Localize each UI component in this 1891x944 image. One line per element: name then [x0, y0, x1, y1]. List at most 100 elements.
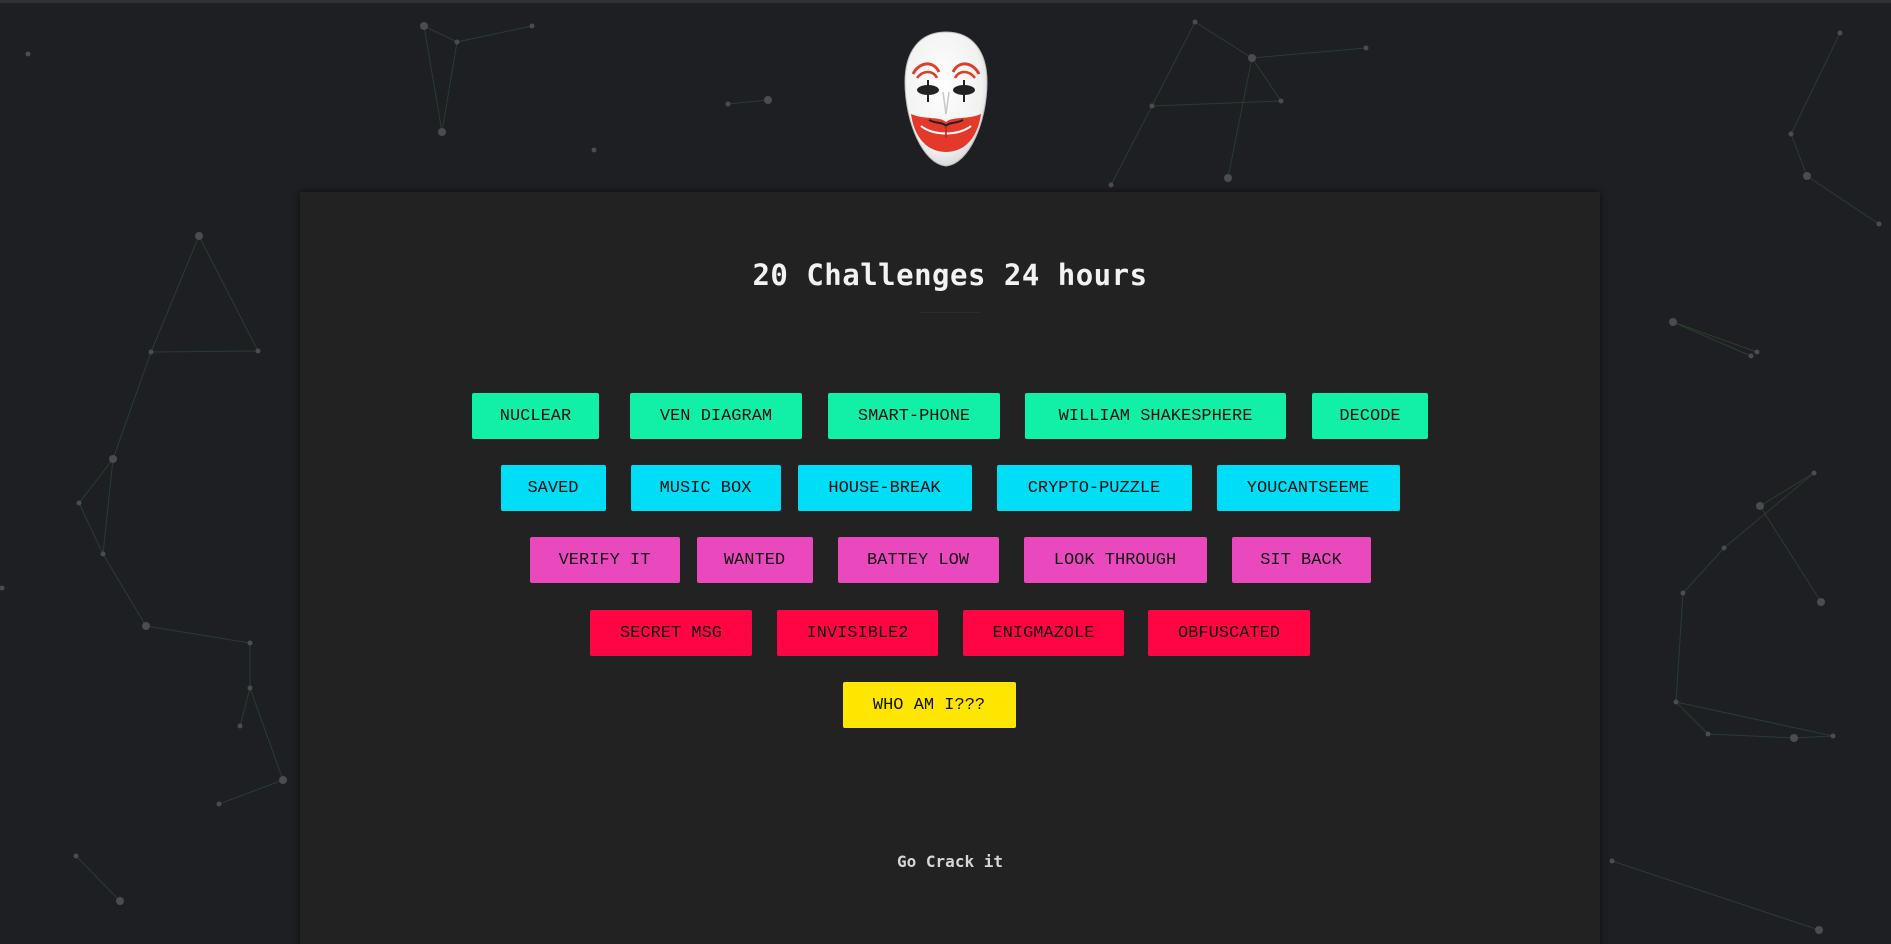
network-node: [1788, 131, 1794, 137]
challenges-panel: 20 Challenges 24 hours NUCLEAR VEN DIAGR…: [300, 192, 1600, 944]
challenge-button-obfuscated[interactable]: OBFUSCATED: [1148, 610, 1310, 656]
network-line: [1227, 57, 1253, 179]
challenge-button-verify-it[interactable]: VERIFY IT: [529, 537, 680, 583]
challenge-button-secret-msg[interactable]: SECRET MSG: [590, 610, 752, 656]
network-node: [216, 801, 222, 807]
network-node: [247, 685, 253, 691]
network-node: [76, 500, 82, 506]
network-node: [100, 551, 106, 557]
network-node: [438, 128, 446, 136]
network-node: [1721, 545, 1727, 551]
network-line: [1672, 321, 1758, 353]
network-line: [1194, 21, 1253, 59]
network-line: [1611, 860, 1820, 931]
network-line: [1793, 735, 1834, 739]
challenge-button-william-shakesphere[interactable]: WILLIAM SHAKESPHERE: [1025, 393, 1286, 439]
network-node: [1815, 926, 1823, 934]
network-node: [1224, 174, 1232, 182]
network-node: [195, 232, 203, 240]
network-line: [1675, 701, 1709, 735]
network-node: [764, 96, 772, 104]
network-node: [247, 640, 253, 646]
network-node: [279, 776, 287, 784]
network-line: [1790, 32, 1841, 135]
network-line: [1675, 592, 1684, 703]
network-node: [1669, 318, 1677, 326]
network-node: [1192, 19, 1198, 25]
network-node: [1756, 502, 1764, 510]
network-node: [1803, 172, 1811, 180]
challenge-button-sit-back[interactable]: SIT BACK: [1231, 537, 1371, 583]
network-node: [1108, 182, 1114, 188]
network-node: [1705, 731, 1711, 737]
network-node: [1830, 733, 1836, 739]
challenge-row-1: NUCLEAR VEN DIAGRAM SMART-PHONE WILLIAM …: [300, 393, 1600, 439]
network-node: [1748, 353, 1754, 359]
network-line: [75, 855, 121, 902]
network-line: [112, 351, 152, 460]
network-line: [441, 41, 458, 133]
challenge-button-wanted[interactable]: WANTED: [696, 537, 813, 583]
network-line: [1672, 321, 1752, 357]
network-line: [1707, 733, 1795, 739]
challenge-button-enigmazole[interactable]: ENIGMAZOLE: [963, 610, 1124, 656]
challenge-button-decode[interactable]: DECODE: [1312, 393, 1428, 439]
network-node: [725, 101, 731, 107]
network-node: [1248, 54, 1256, 62]
network-node: [1790, 734, 1798, 742]
network-line: [727, 99, 769, 105]
network-line: [150, 350, 259, 353]
network-node: [142, 622, 150, 630]
network-line: [1723, 472, 1815, 549]
network-line: [249, 687, 284, 781]
network-node: [116, 897, 124, 905]
network-line: [423, 25, 443, 133]
challenge-row-2: SAVED MUSIC BOX HOUSE-BREAK CRYPTO-PUZZL…: [300, 465, 1600, 511]
challenge-button-youcantseeme[interactable]: YOUCANTSEEME: [1216, 465, 1400, 511]
challenge-button-ven-diagram[interactable]: VEN DIAGRAM: [630, 393, 802, 439]
network-node: [1609, 858, 1615, 864]
network-line: [1682, 547, 1725, 594]
network-line: [150, 235, 200, 353]
challenge-button-who-am-i[interactable]: WHO AM I???: [842, 682, 1016, 728]
network-node: [1817, 598, 1825, 606]
challenge-row-5: WHO AM I???: [300, 682, 1600, 728]
network-node: [255, 348, 261, 354]
network-line: [1251, 47, 1367, 59]
network-node: [1278, 98, 1284, 104]
network-line: [1759, 472, 1815, 507]
network-node: [1680, 590, 1686, 596]
network-line: [102, 458, 114, 555]
network-node: [148, 349, 154, 355]
network-node: [529, 23, 535, 29]
challenge-button-battey-low[interactable]: BATTEY LOW: [837, 537, 999, 583]
network-node: [25, 51, 31, 57]
network-line: [102, 553, 147, 627]
network-node: [0, 585, 5, 591]
network-line: [1151, 100, 1282, 107]
network-line: [78, 502, 104, 555]
network-node: [1837, 30, 1843, 36]
challenge-button-look-through[interactable]: LOOK THROUGH: [1023, 537, 1207, 583]
title-divider: [920, 312, 980, 313]
challenge-button-saved[interactable]: SAVED: [500, 465, 606, 511]
challenge-button-crypto-puzzle[interactable]: CRYPTO-PUZZLE: [996, 465, 1192, 511]
network-line: [198, 235, 259, 352]
network-node: [1149, 103, 1155, 109]
challenge-button-nuclear[interactable]: NUCLEAR: [472, 393, 599, 439]
challenge-row-4: SECRET MSG INVISIBLE2 ENIGMAZOLE OBFUSCA…: [300, 610, 1600, 656]
challenge-button-smart-phone[interactable]: SMART-PHONE: [828, 393, 1000, 439]
network-node: [109, 455, 117, 463]
page-title: 20 Challenges 24 hours: [752, 258, 1148, 292]
network-node: [454, 39, 460, 45]
network-line: [145, 625, 251, 644]
challenge-row-3: VERIFY IT WANTED BATTEY LOW LOOK THROUGH…: [300, 537, 1600, 583]
network-node: [1876, 221, 1882, 227]
challenge-button-music-box[interactable]: MUSIC BOX: [630, 465, 781, 511]
network-line: [1790, 133, 1808, 177]
network-line: [1251, 57, 1282, 102]
challenge-button-invisible2[interactable]: INVISIBLE2: [777, 610, 938, 656]
network-line: [78, 458, 114, 504]
clown-mask-icon: [904, 31, 988, 167]
challenge-button-house-break[interactable]: HOUSE-BREAK: [797, 465, 972, 511]
